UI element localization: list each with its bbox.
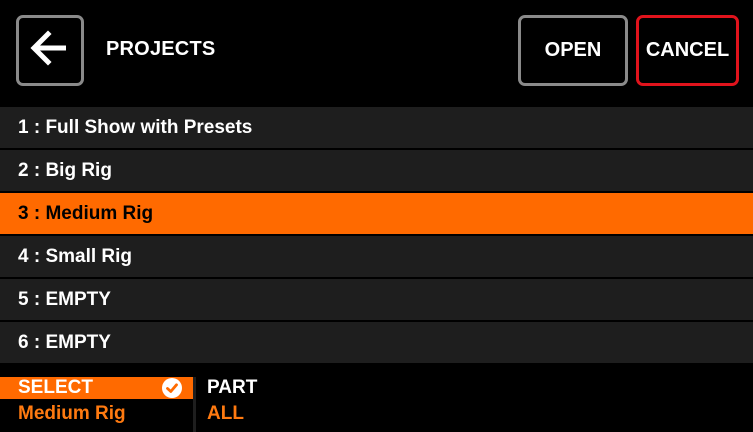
footer-divider [193, 377, 196, 432]
cancel-button[interactable]: CANCEL [636, 15, 739, 86]
open-button[interactable]: OPEN [518, 15, 628, 86]
arrow-left-icon [30, 30, 70, 71]
header-bar: PROJECTS OPEN CANCEL [0, 0, 753, 106]
select-header[interactable]: SELECT [0, 377, 193, 399]
project-row-1[interactable]: 1 : Full Show with Presets [0, 107, 753, 148]
check-circle-icon [162, 378, 182, 398]
project-row-6[interactable]: 6 : EMPTY [0, 322, 753, 363]
project-row-2[interactable]: 2 : Big Rig [0, 150, 753, 191]
select-value: Medium Rig [18, 403, 126, 424]
project-row-3[interactable]: 3 : Medium Rig [0, 193, 753, 234]
page-title: PROJECTS [106, 38, 216, 60]
part-label: PART [207, 377, 258, 398]
part-value: ALL [207, 403, 244, 424]
back-button[interactable] [16, 15, 84, 86]
select-label: SELECT [18, 377, 93, 398]
project-row-4[interactable]: 4 : Small Rig [0, 236, 753, 277]
project-row-5[interactable]: 5 : EMPTY [0, 279, 753, 320]
footer-bar: SELECT Medium Rig PART ALL [0, 365, 753, 432]
project-list: 1 : Full Show with Presets 2 : Big Rig 3… [0, 107, 753, 365]
